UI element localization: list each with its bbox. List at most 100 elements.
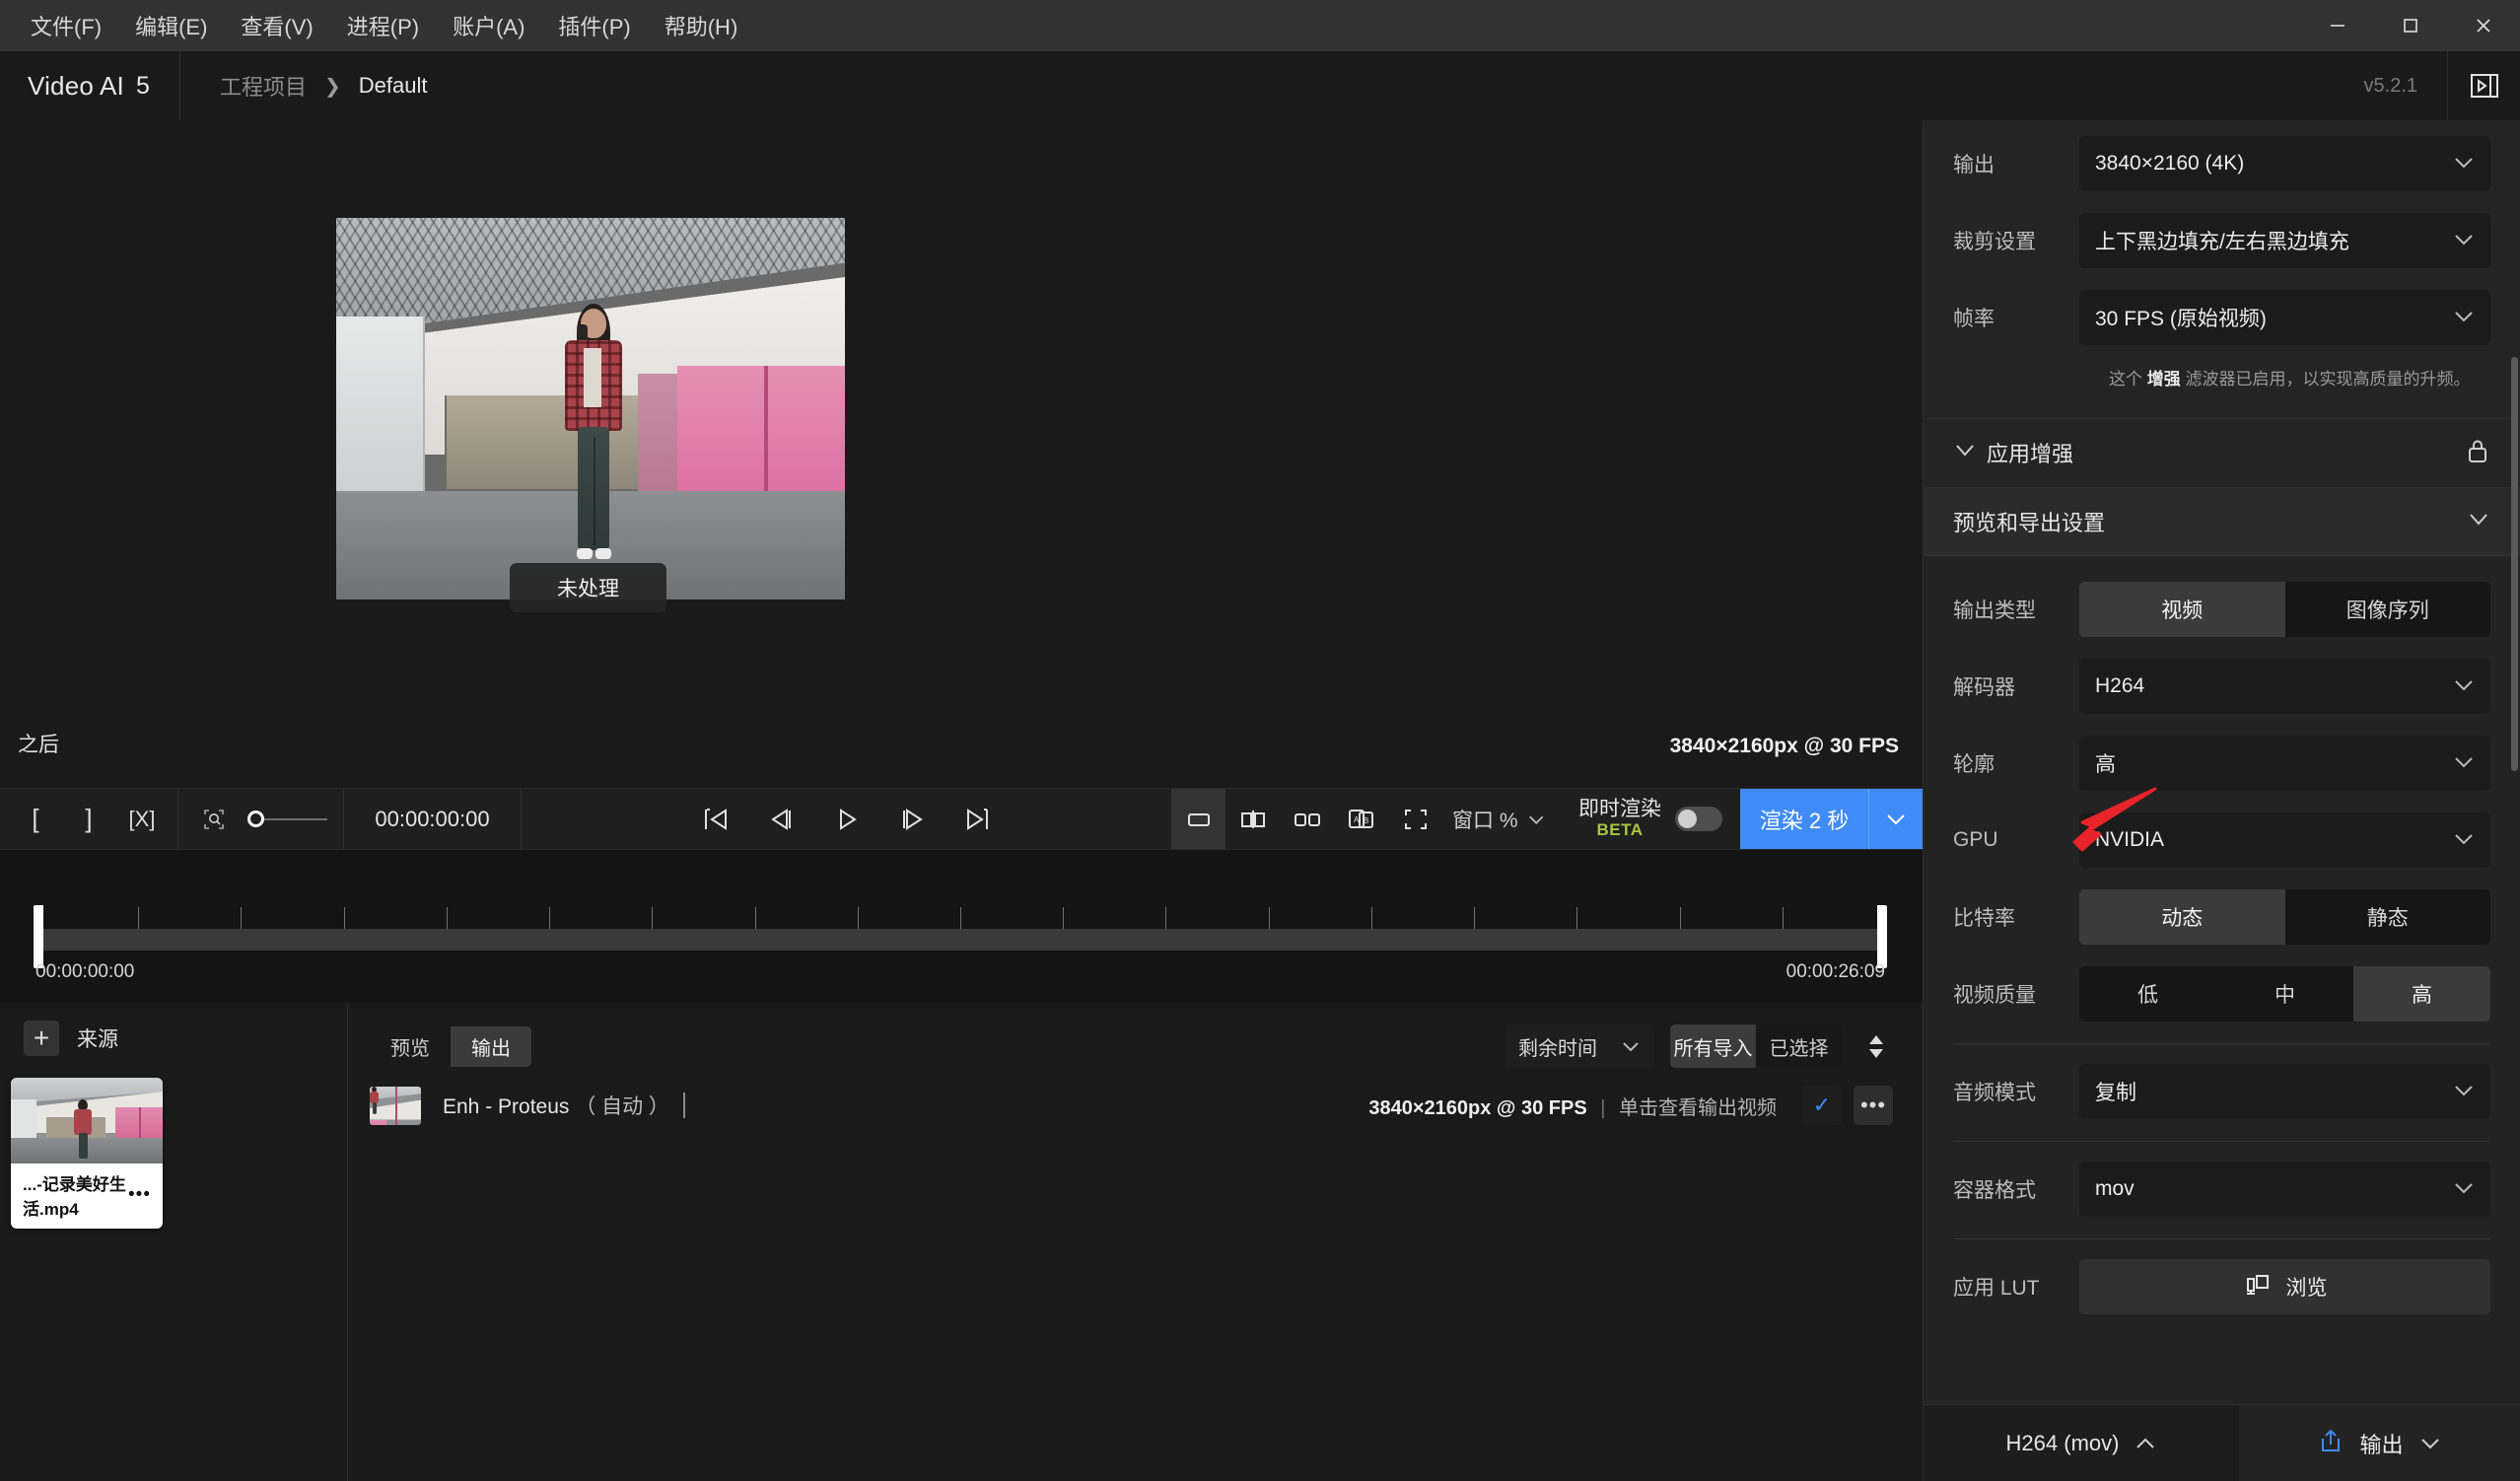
clear-marks-icon[interactable]: [X] (122, 800, 162, 839)
profile-select[interactable]: 高 (2079, 735, 2490, 791)
view-ab-compare-icon[interactable]: AB (1334, 789, 1388, 849)
timeline[interactable]: 00:00:00:00 00:00:26:09 (0, 850, 1923, 1003)
section-preview-export[interactable]: 预览和导出设置 (1924, 486, 2520, 556)
sort-order-icon[interactable] (1859, 1024, 1893, 1068)
frame-rate-value: 30 FPS (原始视频) (2095, 308, 2267, 330)
frame-rate-select[interactable]: 30 FPS (原始视频) (2079, 290, 2490, 345)
divider (1953, 1042, 2490, 1044)
filter-all-imports[interactable]: 所有导入 (1670, 1024, 1756, 1068)
jump-start-icon[interactable] (697, 800, 736, 839)
jump-end-icon[interactable] (957, 800, 997, 839)
breadcrumb-current[interactable]: Default (359, 73, 428, 99)
timeline-in-handle[interactable] (34, 905, 43, 968)
zoom-slider[interactable] (247, 811, 327, 827)
source-more-icon[interactable]: ••• (128, 1185, 151, 1205)
add-source-button[interactable]: + (24, 1021, 59, 1056)
bitrate-static[interactable]: 静态 (2284, 888, 2490, 945)
decoder-label: 解码器 (1953, 675, 2015, 699)
mark-out-icon[interactable]: ] (69, 800, 108, 839)
hint-suffix: 滤波器已启用，以实现高质量的升频。 (2180, 370, 2471, 388)
timeline-track[interactable] (35, 929, 1885, 951)
person-shoe-left (577, 548, 593, 559)
step-back-icon[interactable] (762, 800, 802, 839)
sort-select[interactable]: 剩余时间 (1505, 1024, 1654, 1068)
lut-label: 应用 LUT (1953, 1276, 2040, 1300)
breadcrumb: 工程项目 ❯ Default (180, 51, 2364, 120)
sources-panel: + 来源 ...-记录美好生活.mp4 ••• (0, 1003, 348, 1481)
settings-footer: H264 (mov) 输出 (1924, 1404, 2520, 1481)
view-single-icon[interactable] (1171, 789, 1225, 849)
menu-account[interactable]: 账户(A) (436, 0, 541, 51)
output-type-image-sequence[interactable]: 图像序列 (2284, 581, 2490, 637)
zoom-slider-track[interactable] (264, 817, 327, 820)
output-resolution-select[interactable]: 3840×2160 (4K) (2079, 136, 2490, 191)
fullscreen-icon[interactable] (1388, 789, 1442, 849)
render-button[interactable]: 渲染 2 秒 (1740, 789, 1868, 849)
codec-summary-button[interactable]: H264 (mov) (1924, 1405, 2239, 1481)
panel-toggle-icon[interactable] (2447, 51, 2520, 120)
output-row-more-icon[interactable]: ••• (1854, 1086, 1893, 1125)
mark-in-icon[interactable]: [ (16, 800, 55, 839)
source-card[interactable]: ...-记录美好生活.mp4 ••• (11, 1078, 163, 1229)
chevron-down-icon[interactable] (1953, 443, 1987, 462)
output-type-video[interactable]: 视频 (2079, 581, 2285, 637)
profile-row: 轮廓 高 (1953, 735, 2490, 791)
menu-edit[interactable]: 编辑(E) (118, 0, 224, 51)
preview-stage[interactable]: 未处理 之后 3840×2160px @ 30 FPS (0, 120, 1923, 788)
output-row-check-icon[interactable]: ✓ (1802, 1086, 1842, 1125)
view-split-icon[interactable] (1225, 789, 1280, 849)
section-apply-enhancement[interactable]: 应用增强 (1924, 417, 2520, 487)
close-icon[interactable] (2447, 0, 2520, 51)
decoder-row: 解码器 H264 (1953, 658, 2490, 714)
zoom-search-icon[interactable] (194, 800, 234, 839)
chevron-down-icon[interactable] (2467, 512, 2490, 531)
timecode-readout[interactable]: 00:00:00:00 (344, 789, 522, 849)
breadcrumb-root[interactable]: 工程项目 (220, 70, 307, 102)
menu-view[interactable]: 查看(V) (224, 0, 329, 51)
minimize-icon[interactable] (2301, 0, 2374, 51)
video-preview[interactable] (336, 218, 845, 599)
menu-plugins[interactable]: 插件(P) (541, 0, 647, 51)
decoder-select[interactable]: H264 (2079, 658, 2490, 714)
scene-person (557, 304, 630, 575)
filter-selected[interactable]: 已选择 (1756, 1024, 1842, 1068)
render-options-icon[interactable] (1868, 789, 1923, 849)
section-apply-enhancement-title: 应用增强 (1987, 442, 2074, 466)
export-button[interactable]: 输出 (2239, 1405, 2520, 1481)
live-render-toggle[interactable] (1675, 807, 1722, 831)
output-row[interactable]: Enh - Proteus （ 自动 ） 3840×2160px @ 30 FP… (348, 1068, 1923, 1125)
menu-help[interactable]: 帮助(H) (648, 0, 755, 51)
menu-file[interactable]: 文件(F) (14, 0, 118, 51)
audio-mode-select[interactable]: 复制 (2079, 1063, 2490, 1119)
menu-process[interactable]: 进程(P) (330, 0, 436, 51)
version-label: v5.2.1 (2363, 74, 2417, 97)
output-row-hint[interactable]: 单击查看输出视频 (1619, 1097, 1777, 1119)
video-quality-low[interactable]: 低 (2079, 965, 2216, 1022)
settings-scrollbar[interactable] (2511, 357, 2518, 771)
output-row-meta: 3840×2160px @ 30 FPS | 单击查看输出视频 (1368, 1092, 1777, 1120)
zoom-slider-knob[interactable] (247, 811, 264, 827)
timeline-tick (1782, 907, 1784, 929)
tab-preview[interactable]: 预览 (370, 1025, 451, 1067)
play-icon[interactable] (827, 800, 867, 839)
outputs-panel: 预览 输出 剩余时间 所有导入 已选择 Enh - Proteus （ 自动 ）… (348, 1003, 1923, 1481)
filter-segment: 所有导入 已选择 (1670, 1024, 1842, 1068)
video-quality-segment: 低 中 高 (2079, 965, 2490, 1022)
fit-zoom-select[interactable]: 窗口 % (1442, 789, 1561, 849)
lock-icon[interactable] (2465, 437, 2490, 469)
step-forward-icon[interactable] (892, 800, 932, 839)
timeline-out-handle[interactable] (1877, 905, 1887, 968)
video-quality-high[interactable]: 高 (2353, 965, 2490, 1022)
bitrate-dynamic[interactable]: 动态 (2079, 888, 2285, 945)
gpu-select[interactable]: NVIDIA (2079, 811, 2490, 868)
tab-output[interactable]: 输出 (451, 1025, 531, 1067)
container-select[interactable]: mov (2079, 1161, 2490, 1217)
lut-browse-button[interactable]: 浏览 (2079, 1258, 2490, 1314)
app-name: Video AI (28, 70, 124, 101)
maximize-icon[interactable] (2374, 0, 2447, 51)
video-quality-medium[interactable]: 中 (2216, 965, 2353, 1022)
profile-label: 轮廓 (1953, 752, 1995, 776)
crop-settings-select[interactable]: 上下黑边填充/左右黑边填充 (2079, 213, 2490, 268)
output-row-resolution: 3840×2160px @ 30 FPS (1368, 1096, 1587, 1119)
view-side-by-side-icon[interactable] (1280, 789, 1334, 849)
